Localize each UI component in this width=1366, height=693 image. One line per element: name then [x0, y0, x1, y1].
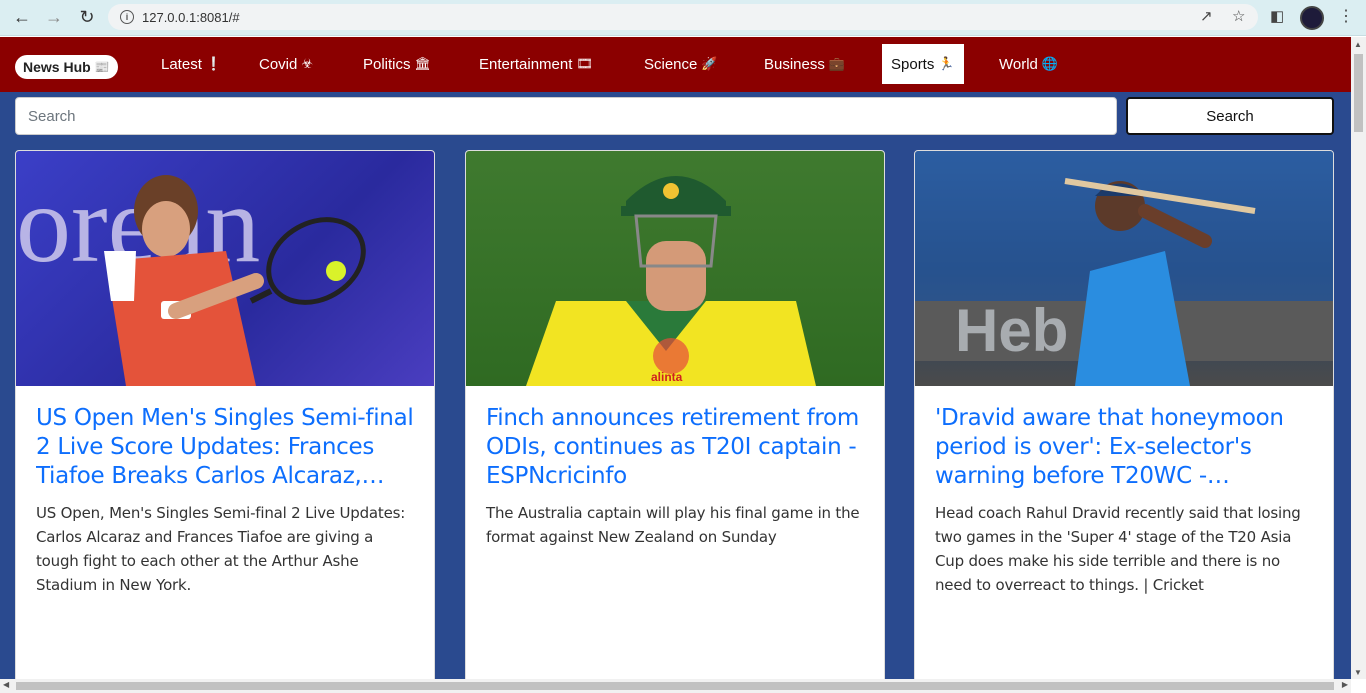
- rocket-icon: 🚀: [701, 56, 718, 71]
- side-panel-icon[interactable]: ◧: [1270, 7, 1284, 25]
- exclamation-icon: ❕: [205, 56, 223, 71]
- info-icon[interactable]: i: [120, 10, 134, 24]
- forward-icon[interactable]: →: [42, 5, 66, 29]
- menu-kebab-icon[interactable]: ⋮: [1338, 6, 1354, 26]
- reload-icon[interactable]: ↻: [75, 5, 99, 29]
- news-card[interactable]: Heb 'Dravid aware that honeymoon period …: [914, 150, 1334, 690]
- nav-item-label: World: [999, 55, 1038, 73]
- share-icon[interactable]: ↗: [1200, 7, 1213, 25]
- globe-icon: 🌐: [1041, 56, 1059, 71]
- nav-item-politics[interactable]: Politics 🏛: [354, 44, 440, 84]
- bank-icon: 🏛: [414, 56, 432, 71]
- nav-item-label: Entertainment: [479, 55, 573, 73]
- news-card-description: The Australia captain will play his fina…: [486, 504, 860, 546]
- news-card-image: Heb: [915, 151, 1333, 386]
- back-icon[interactable]: ←: [10, 5, 34, 29]
- nav-item-science[interactable]: Science 🚀: [635, 44, 727, 84]
- nav-item-business[interactable]: Business 💼: [755, 44, 854, 84]
- nav-item-sports[interactable]: Sports 🏃: [882, 44, 964, 84]
- nav-item-entertainment[interactable]: Entertainment 🎞: [470, 44, 602, 84]
- main-content: Search orean US Open Men's Singles Semi-…: [0, 92, 1351, 690]
- news-card-description: Head coach Rahul Dravid recently said th…: [935, 504, 1301, 594]
- virus-icon: ☣: [301, 56, 314, 71]
- nav-item-covid[interactable]: Covid ☣: [250, 44, 322, 84]
- address-bar[interactable]: i 127.0.0.1:8081/#: [108, 4, 1258, 30]
- app-navbar: News Hub 📰 Latest ❕ Covid ☣ Politics 🏛 Enterta…: [0, 37, 1351, 92]
- horizontal-scroll-thumb[interactable]: [16, 682, 1334, 690]
- news-card-title[interactable]: Finch announces retirement from ODIs, co…: [486, 404, 864, 491]
- nav-item-label: Sports: [891, 55, 935, 73]
- news-card-title[interactable]: US Open Men's Singles Semi-final 2 Live …: [36, 404, 414, 491]
- brand-logo[interactable]: News Hub 📰: [15, 55, 118, 79]
- news-card-title[interactable]: 'Dravid aware that honeymoon period is o…: [935, 404, 1313, 491]
- vertical-scrollbar[interactable]: ▲ ▼: [1351, 37, 1366, 679]
- news-card[interactable]: alinta Finch announces retirement from O…: [465, 150, 885, 690]
- scroll-down-icon[interactable]: ▼: [1354, 668, 1362, 677]
- news-card[interactable]: orean US Open Men's Singles Semi-final 2…: [15, 150, 435, 690]
- scroll-up-icon[interactable]: ▲: [1354, 40, 1362, 49]
- nav-item-world[interactable]: World 🌐: [990, 44, 1067, 84]
- url-text: 127.0.0.1:8081/#: [142, 9, 240, 25]
- news-card-image: alinta: [466, 151, 884, 386]
- svg-text:alinta: alinta: [651, 370, 683, 384]
- nav-item-label: Politics: [363, 55, 411, 73]
- search-input[interactable]: [15, 97, 1117, 135]
- news-card-image: orean: [16, 151, 434, 386]
- brand-label: News Hub: [23, 59, 91, 75]
- profile-avatar[interactable]: [1300, 6, 1324, 30]
- runner-icon: 🏃: [938, 56, 955, 71]
- horizontal-scrollbar[interactable]: ◀ ▶: [0, 679, 1351, 693]
- svg-text:Heb: Heb: [955, 297, 1068, 364]
- nav-item-label: Business: [764, 55, 825, 73]
- nav-item-label: Covid: [259, 55, 298, 73]
- newspaper-icon: 📰: [94, 60, 110, 74]
- news-card-description: US Open, Men's Singles Semi-final 2 Live…: [36, 504, 406, 594]
- nav-item-label: Science: [644, 55, 698, 73]
- browser-toolbar: ← → ↻ i 127.0.0.1:8081/# ↗ ☆ ◧ ⋮: [0, 0, 1366, 36]
- search-button[interactable]: Search: [1126, 97, 1334, 135]
- scroll-left-icon[interactable]: ◀: [3, 680, 9, 689]
- nav-item-label: Latest: [161, 55, 202, 73]
- bookmark-star-icon[interactable]: ☆: [1232, 7, 1245, 25]
- scroll-right-icon[interactable]: ▶: [1342, 680, 1348, 689]
- vertical-scroll-thumb[interactable]: [1354, 54, 1363, 132]
- nav-item-latest[interactable]: Latest ❕: [152, 44, 231, 84]
- briefcase-icon: 💼: [828, 56, 846, 71]
- film-icon: 🎞: [576, 56, 593, 71]
